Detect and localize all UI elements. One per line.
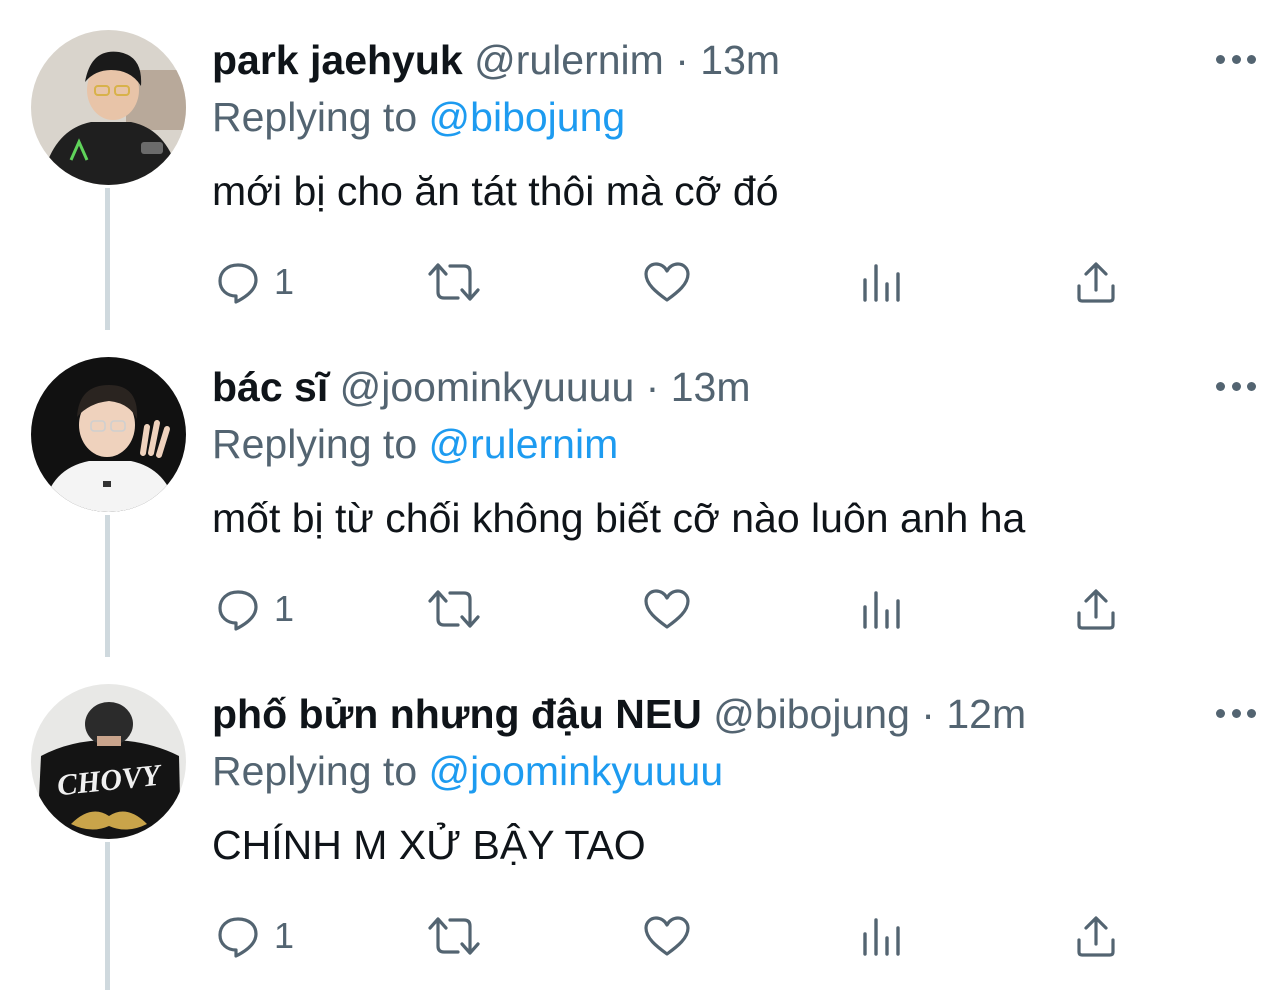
timestamp[interactable]: 12m (946, 691, 1026, 737)
heart-icon (644, 262, 690, 302)
tweet[interactable]: CHOVY phố bửn nhưng đậu NEU @bibojung · … (0, 654, 1284, 982)
tweet-header: bác sĩ @joominkyuuuu · 13m (212, 363, 750, 411)
avatar[interactable]: CHOVY (31, 684, 186, 839)
reply-button[interactable]: 1 (216, 579, 294, 639)
retweet-icon (428, 263, 480, 301)
separator-dot: · (645, 364, 660, 410)
action-bar: 1 (212, 579, 1132, 639)
action-bar: 1 (212, 906, 1132, 966)
share-icon (1077, 589, 1115, 630)
more-dots-icon[interactable] (1216, 371, 1256, 401)
tweet-text: mốt bị từ chối không biết cỡ nào luôn an… (212, 495, 1026, 541)
speech-bubble-icon (218, 590, 258, 631)
heart-icon (644, 589, 690, 629)
reply-button[interactable]: 1 (216, 906, 294, 966)
bar-chart-icon (863, 591, 900, 629)
analytics-button[interactable] (860, 579, 904, 639)
replying-to: Replying to @joominkyuuuu (212, 747, 723, 795)
tweet-text: CHÍNH M XỬ BẬY TAO (212, 822, 646, 868)
bar-chart-icon (863, 264, 900, 302)
retweet-button[interactable] (426, 252, 482, 312)
more-dots-icon[interactable] (1216, 698, 1256, 728)
replying-prefix: Replying to (212, 421, 418, 467)
display-name[interactable]: park jaehyuk (212, 37, 463, 83)
tweet[interactable]: bác sĩ @joominkyuuuu · 13m Replying to @… (0, 327, 1284, 655)
more-dots-icon[interactable] (1216, 44, 1256, 74)
share-icon (1077, 262, 1115, 303)
separator-dot: · (675, 37, 689, 83)
user-handle[interactable]: @joominkyuuuu (340, 364, 635, 410)
action-bar: 1 (212, 252, 1132, 312)
tweet-header: park jaehyuk @rulernim · 13m (212, 36, 780, 84)
mention-link[interactable]: @rulernim (429, 421, 619, 467)
timestamp[interactable]: 13m (700, 37, 780, 83)
analytics-button[interactable] (860, 252, 904, 312)
mention-link[interactable]: @bibojung (429, 94, 626, 140)
bar-chart-icon (863, 918, 900, 956)
reply-count: 1 (274, 588, 295, 629)
reply-count: 1 (274, 261, 295, 302)
share-button[interactable] (1074, 252, 1118, 312)
reply-count: 1 (274, 915, 295, 956)
display-name[interactable]: bác sĩ (212, 364, 328, 410)
avatar[interactable] (31, 30, 186, 185)
retweet-button[interactable] (426, 579, 482, 639)
like-button[interactable] (642, 252, 692, 312)
speech-bubble-icon (218, 263, 258, 304)
avatar[interactable] (31, 357, 186, 512)
replying-prefix: Replying to (212, 94, 418, 140)
timestamp[interactable]: 13m (671, 364, 751, 410)
reply-button[interactable]: 1 (216, 252, 294, 312)
display-name[interactable]: phố bửn nhưng đậu NEU (212, 691, 702, 737)
share-button[interactable] (1074, 906, 1118, 966)
tweet[interactable]: park jaehyuk @rulernim · 13m Replying to… (0, 0, 1284, 328)
replying-to: Replying to @rulernim (212, 420, 618, 468)
like-button[interactable] (642, 579, 692, 639)
retweet-icon (428, 917, 480, 955)
like-button[interactable] (642, 906, 692, 966)
mention-link[interactable]: @joominkyuuuu (429, 748, 724, 794)
share-button[interactable] (1074, 579, 1118, 639)
tweet-text: mới bị cho ăn tát thôi mà cỡ đó (212, 168, 779, 214)
tweet-header: phố bửn nhưng đậu NEU @bibojung · 12m (212, 690, 1026, 738)
share-icon (1077, 916, 1115, 957)
speech-bubble-icon (218, 917, 258, 958)
analytics-button[interactable] (860, 906, 904, 966)
retweet-icon (428, 590, 480, 628)
user-handle[interactable]: @rulernim (474, 37, 664, 83)
heart-icon (644, 916, 690, 956)
retweet-button[interactable] (426, 906, 482, 966)
separator-dot: · (921, 691, 935, 737)
replying-prefix: Replying to (212, 748, 418, 794)
user-handle[interactable]: @bibojung (713, 691, 910, 737)
replying-to: Replying to @bibojung (212, 93, 625, 141)
